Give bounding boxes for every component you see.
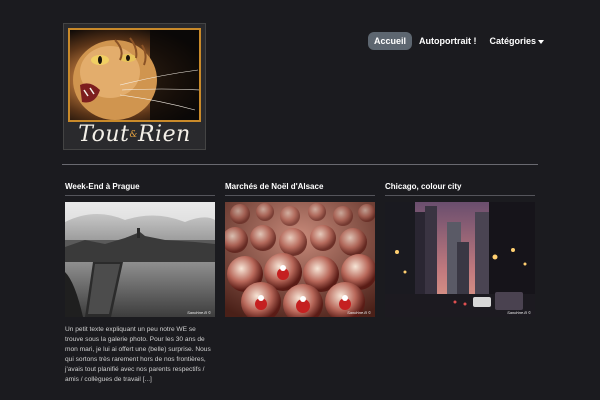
post-thumbnail-prague[interactable]: Sandrine.B ©	[65, 202, 215, 317]
post-card: Marchés de Noël d'Alsace Sandrine.B ©	[225, 182, 375, 317]
site-logo[interactable]: Tout&Rien	[63, 23, 206, 150]
post-card: Chicago, colour city Sandrine.B ©	[385, 182, 535, 317]
post-thumbnail-chicago[interactable]: Sandrine.B ©	[385, 202, 535, 317]
photo-watermark: Sandrine.B ©	[507, 310, 531, 315]
post-title-link[interactable]: Week-End à Prague	[65, 182, 215, 196]
nav-item-categories-label: Catégories	[489, 36, 537, 46]
logo-cat-image	[68, 28, 201, 122]
post-thumbnail-snowglobes[interactable]: Sandrine.B ©	[225, 202, 375, 317]
post-excerpt: Un petit texte expliquant un peu notre W…	[65, 326, 211, 383]
chevron-down-icon	[538, 39, 545, 44]
main-navigation: Accueil Autoportrait ! Catégories	[368, 32, 551, 50]
nav-item-autoportrait[interactable]: Autoportrait !	[413, 32, 483, 50]
post-card: Week-End à Prague Sandrine.B © Un petit …	[65, 182, 215, 385]
post-title-link[interactable]: Chicago, colour city	[385, 182, 535, 196]
logo-title: Tout&Rien	[78, 122, 191, 147]
photo-watermark: Sandrine.B ©	[187, 310, 211, 315]
photo-watermark: Sandrine.B ©	[347, 310, 371, 315]
header-divider	[62, 164, 538, 165]
post-title-link[interactable]: Marchés de Noël d'Alsace	[225, 182, 375, 196]
nav-item-categories[interactable]: Catégories	[484, 32, 551, 50]
nav-item-accueil[interactable]: Accueil	[368, 32, 413, 50]
